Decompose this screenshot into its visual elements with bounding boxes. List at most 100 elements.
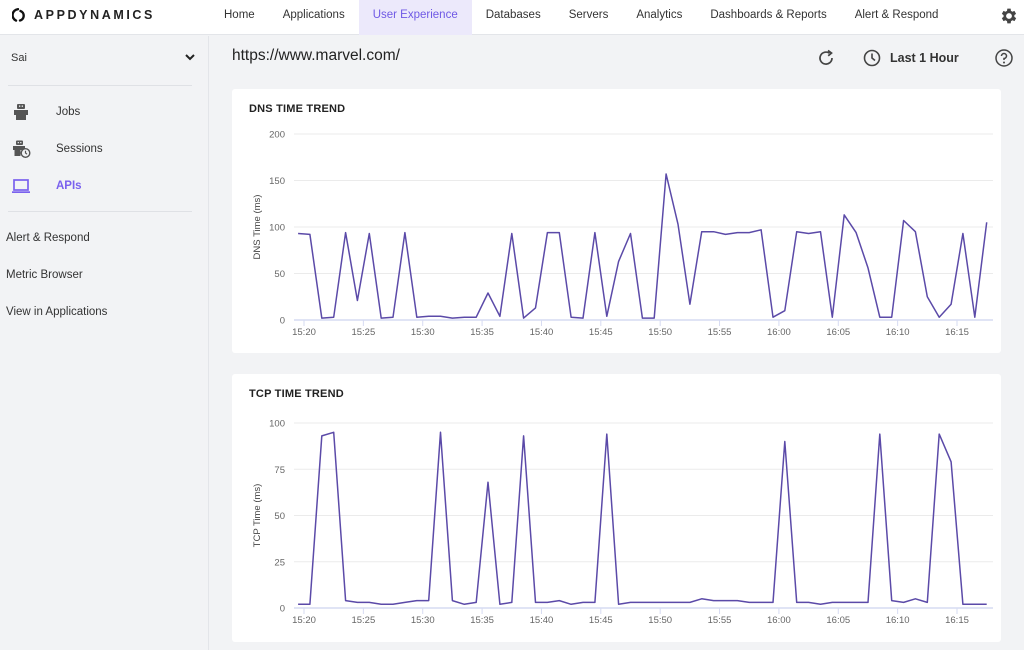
data-point[interactable] — [366, 599, 372, 605]
data-point[interactable] — [343, 598, 349, 604]
data-point[interactable] — [544, 230, 550, 236]
data-point[interactable] — [663, 171, 669, 177]
data-point[interactable] — [485, 479, 491, 485]
nav-item-databases[interactable]: Databases — [472, 0, 555, 35]
nav-item-servers[interactable]: Servers — [555, 0, 623, 35]
data-point[interactable] — [853, 599, 859, 605]
data-point[interactable] — [497, 313, 503, 319]
data-point[interactable] — [675, 221, 681, 227]
data-point[interactable] — [509, 599, 515, 605]
gear-icon[interactable] — [999, 6, 1019, 26]
help-icon[interactable] — [994, 48, 1014, 68]
data-point[interactable] — [485, 290, 491, 296]
data-point[interactable] — [533, 599, 539, 605]
data-point[interactable] — [568, 601, 574, 607]
data-point[interactable] — [794, 229, 800, 235]
data-point[interactable] — [699, 229, 705, 235]
data-point[interactable] — [639, 599, 645, 605]
data-point[interactable] — [972, 314, 978, 320]
data-point[interactable] — [426, 598, 432, 604]
data-point[interactable] — [722, 231, 728, 237]
nav-item-alert-respond[interactable]: Alert & Respond — [841, 0, 953, 35]
data-point[interactable] — [319, 315, 325, 321]
data-point[interactable] — [699, 596, 705, 602]
data-point[interactable] — [960, 601, 966, 607]
data-point[interactable] — [794, 599, 800, 605]
data-point[interactable] — [651, 599, 657, 605]
data-point[interactable] — [984, 219, 990, 225]
data-point[interactable] — [853, 230, 859, 236]
data-point[interactable] — [817, 601, 823, 607]
data-point[interactable] — [604, 313, 610, 319]
data-point[interactable] — [414, 598, 420, 604]
data-point[interactable] — [770, 314, 776, 320]
data-point[interactable] — [307, 601, 313, 607]
data-point[interactable] — [912, 596, 918, 602]
data-point[interactable] — [806, 599, 812, 605]
data-point[interactable] — [378, 315, 384, 321]
data-point[interactable] — [948, 301, 954, 307]
data-point[interactable] — [889, 598, 895, 604]
sidebar-link-metric-browser[interactable]: Metric Browser — [6, 269, 83, 281]
data-point[interactable] — [521, 433, 527, 439]
time-range-selector[interactable]: Last 1 Hour — [862, 48, 959, 68]
data-point[interactable] — [628, 231, 634, 237]
data-point[interactable] — [604, 431, 610, 437]
data-point[interactable] — [841, 212, 847, 218]
data-point[interactable] — [331, 314, 337, 320]
data-point[interactable] — [639, 315, 645, 321]
sidebar-link-alert-respond[interactable]: Alert & Respond — [6, 232, 90, 244]
data-point[interactable] — [877, 431, 883, 437]
data-point[interactable] — [936, 314, 942, 320]
data-point[interactable] — [782, 439, 788, 445]
data-point[interactable] — [758, 227, 764, 233]
data-point[interactable] — [877, 314, 883, 320]
data-point[interactable] — [366, 231, 372, 237]
data-point[interactable] — [746, 599, 752, 605]
nav-item-analytics[interactable]: Analytics — [622, 0, 696, 35]
data-point[interactable] — [343, 230, 349, 236]
data-point[interactable] — [865, 599, 871, 605]
data-point[interactable] — [461, 314, 467, 320]
data-point[interactable] — [782, 308, 788, 314]
data-point[interactable] — [556, 230, 562, 236]
data-point[interactable] — [841, 599, 847, 605]
data-point[interactable] — [889, 314, 895, 320]
data-point[interactable] — [687, 301, 693, 307]
data-point[interactable] — [711, 598, 717, 604]
data-point[interactable] — [319, 433, 325, 439]
data-point[interactable] — [438, 429, 444, 435]
user-selector-label[interactable]: Sai — [11, 52, 27, 64]
data-point[interactable] — [307, 231, 313, 237]
data-point[interactable] — [675, 599, 681, 605]
data-point[interactable] — [295, 601, 301, 607]
data-point[interactable] — [580, 315, 586, 321]
data-point[interactable] — [924, 599, 930, 605]
sidebar-link-view-in-applications[interactable]: View in Applications — [6, 306, 107, 318]
data-point[interactable] — [948, 459, 954, 465]
sidebar-item-apis[interactable]: APIs — [0, 174, 200, 198]
data-point[interactable] — [426, 313, 432, 319]
chevron-down-icon[interactable] — [184, 52, 196, 62]
data-point[interactable] — [817, 229, 823, 235]
data-point[interactable] — [354, 599, 360, 605]
data-point[interactable] — [580, 599, 586, 605]
data-point[interactable] — [758, 599, 764, 605]
data-point[interactable] — [354, 297, 360, 303]
data-point[interactable] — [806, 231, 812, 237]
data-point[interactable] — [378, 601, 384, 607]
data-point[interactable] — [829, 314, 835, 320]
sidebar-item-sessions[interactable]: Sessions — [0, 137, 200, 161]
data-point[interactable] — [461, 601, 467, 607]
data-point[interactable] — [984, 601, 990, 607]
data-point[interactable] — [533, 305, 539, 311]
data-point[interactable] — [734, 598, 740, 604]
data-point[interactable] — [901, 217, 907, 223]
refresh-icon[interactable] — [816, 48, 836, 68]
data-point[interactable] — [651, 315, 657, 321]
data-point[interactable] — [924, 294, 930, 300]
data-point[interactable] — [497, 601, 503, 607]
data-point[interactable] — [770, 599, 776, 605]
data-point[interactable] — [711, 229, 717, 235]
data-point[interactable] — [390, 314, 396, 320]
